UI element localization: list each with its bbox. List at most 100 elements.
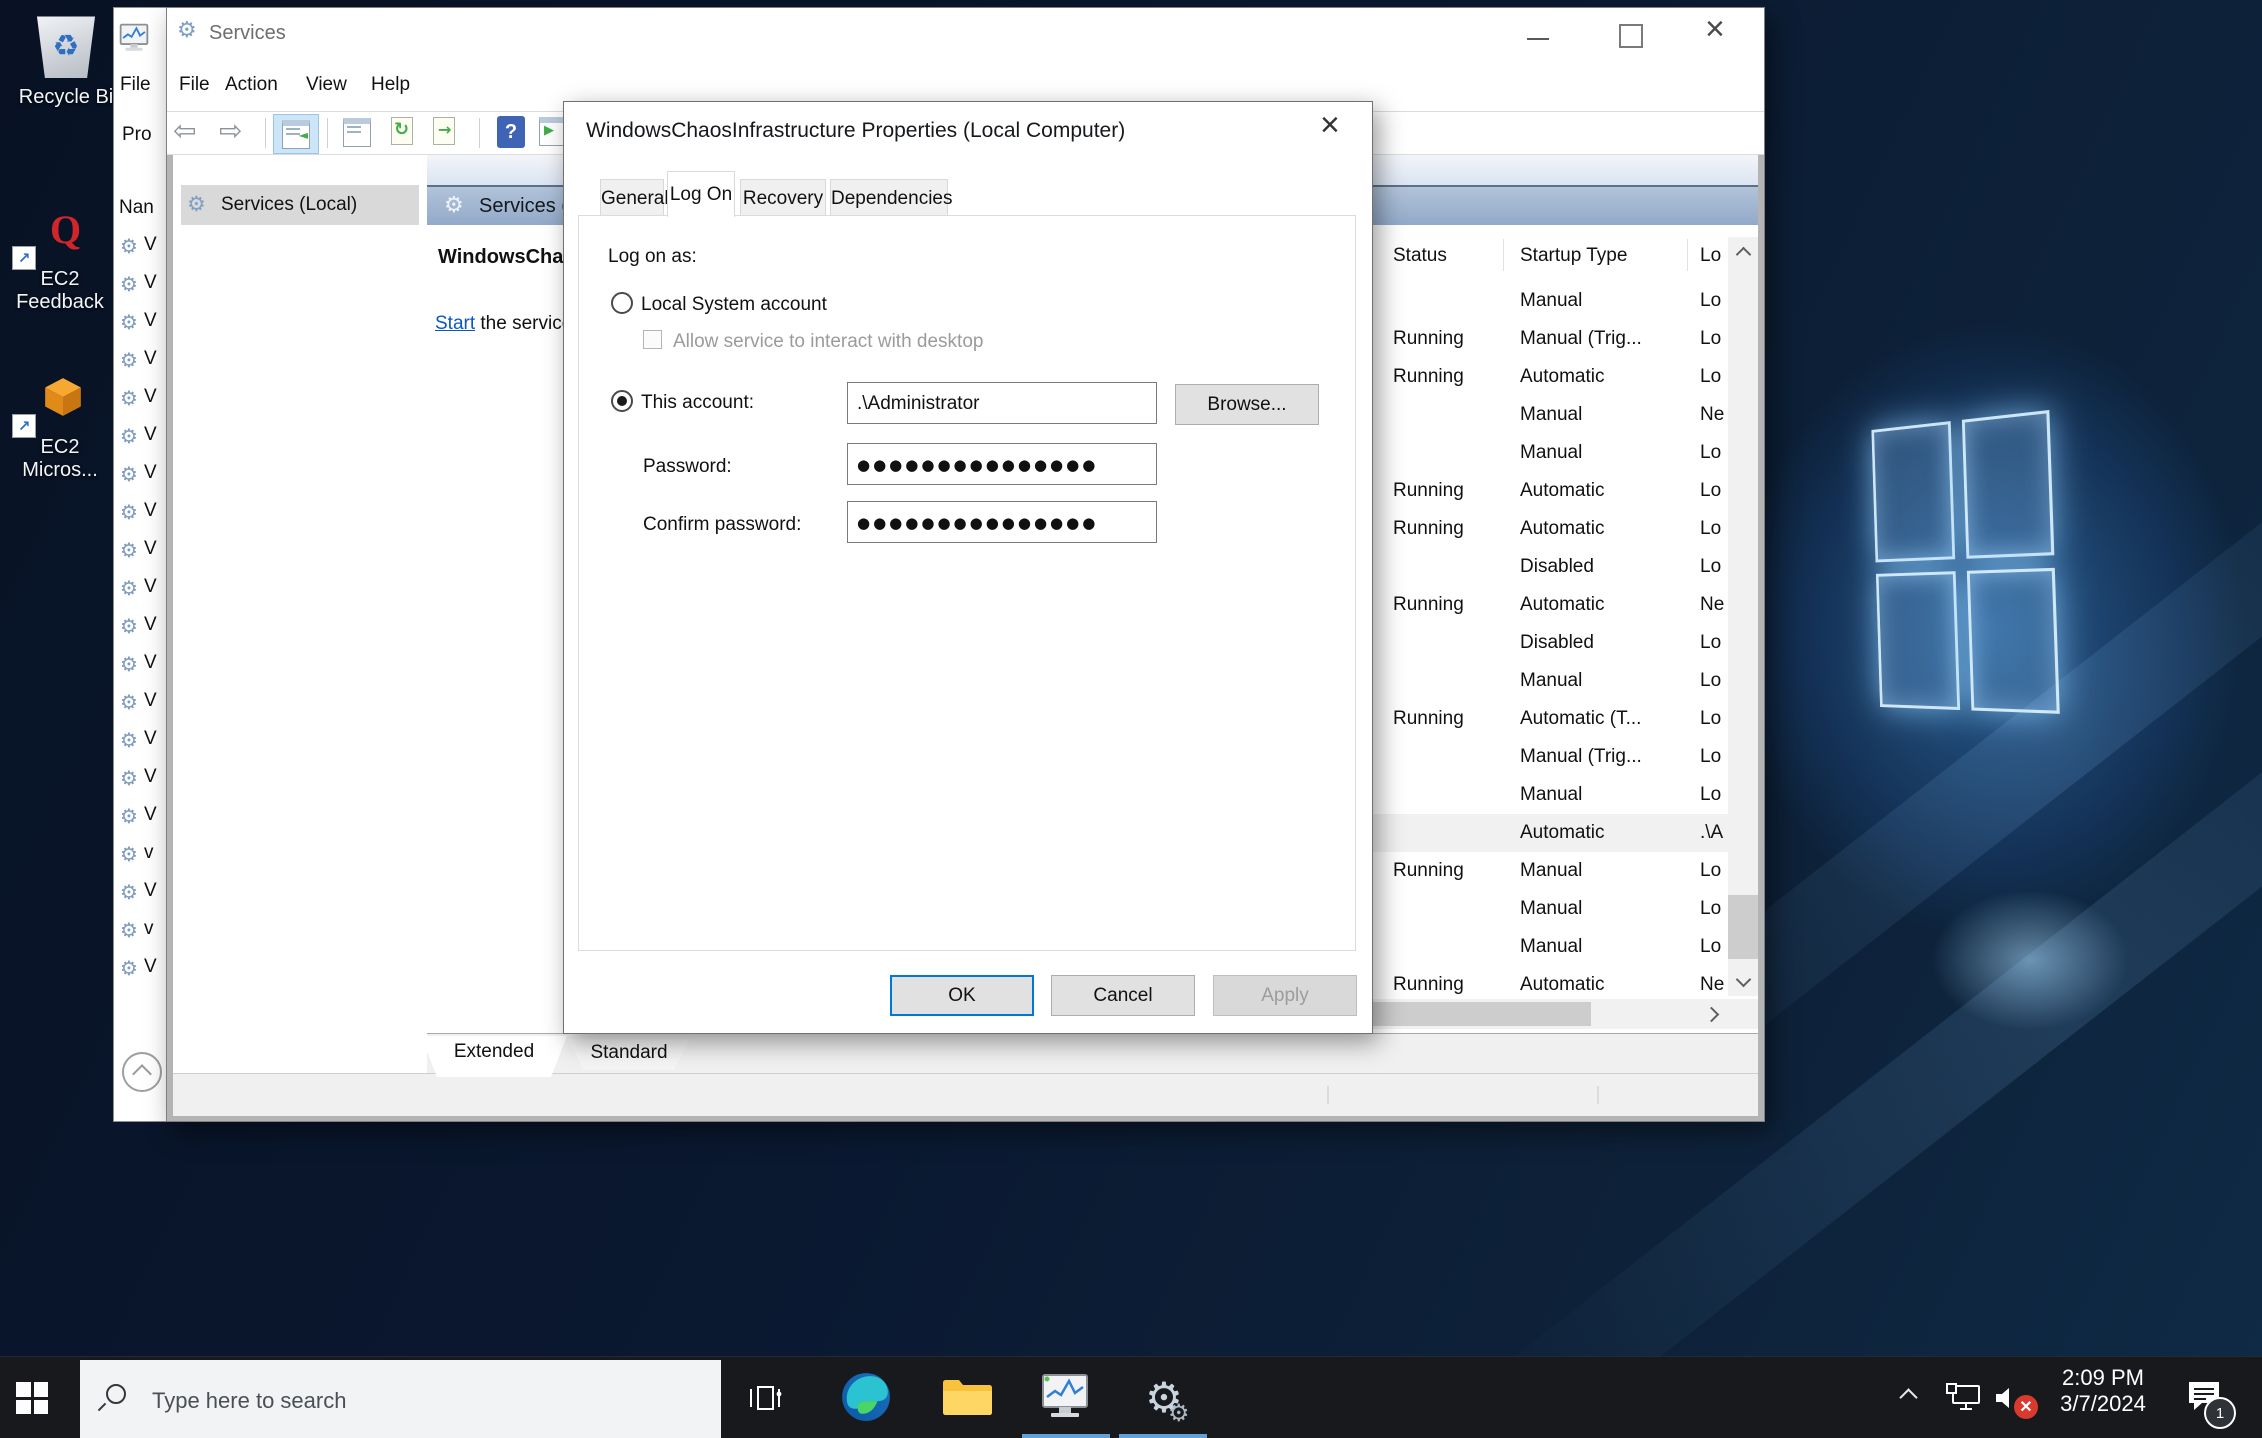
ec2-micro-label-line1: EC2 [6,436,114,459]
browse-button[interactable]: Browse... [1175,384,1319,425]
services-header-gear-icon: ⚙ [444,193,464,218]
task-view-button[interactable] [746,1381,784,1415]
service-gear-icon: ⚙ [120,918,138,942]
list-item[interactable]: ⚙V [114,500,167,538]
search-icon [106,1384,126,1404]
list-item[interactable]: ⚙V [114,234,167,272]
tab-recovery[interactable]: Recovery [740,179,826,217]
scroll-down-button[interactable] [1728,966,1758,996]
list-item[interactable]: ⚙V [114,690,167,728]
ec2-feedback-label-line2: Feedback [6,291,114,314]
list-item[interactable]: ⚙V [114,880,167,918]
desktop-icon-ec2-microsoft[interactable]: ↗ EC2 Micros... [6,376,114,482]
refresh-button[interactable]: ↻ [391,117,413,145]
scroll-up-button[interactable] [1728,237,1758,267]
service-gear-icon: ⚙ [120,462,138,486]
help-button[interactable]: ? [497,116,525,148]
column-header-status[interactable]: Status [1393,245,1447,267]
account-input[interactable]: .\Administrator [847,382,1157,424]
taskbar-search[interactable] [80,1360,721,1438]
perfmon-window-icon [117,22,151,54]
list-item[interactable]: ⚙v [114,842,167,880]
list-item[interactable]: ⚙v [114,918,167,956]
status-bar [173,1073,1758,1116]
back-icon[interactable]: ⇦ [173,114,196,147]
edge-taskbar-button[interactable] [840,1371,892,1423]
network-tray-icon[interactable] [1946,1383,1982,1413]
services-taskbar-button[interactable]: ⚙ ⚙ [1134,1369,1194,1427]
list-item[interactable]: ⚙V [114,272,167,310]
local-system-label: Local System account [641,294,827,316]
desktop-icon-ec2-feedback[interactable]: Q ↗ EC2 Feedback [6,210,114,314]
services-titlebar[interactable]: ⚙ Services × [167,8,1764,59]
tab-log-on[interactable]: Log On [667,171,735,217]
column-header-startup-type[interactable]: Startup Type [1520,245,1627,267]
back-window-file-menu[interactable]: File [120,74,151,96]
vertical-scrollbar[interactable] [1728,237,1758,996]
menu-file[interactable]: File [179,74,210,96]
dialog-close-icon[interactable]: × [1320,106,1340,145]
list-item[interactable]: ⚙V [114,614,167,652]
forward-icon[interactable]: ⇨ [219,114,242,147]
log-on-tab-page: Log on as: Local System account Allow se… [578,215,1356,951]
local-system-radio[interactable] [611,292,633,314]
service-gear-icon: ⚙ [120,576,138,600]
aws-cube-icon [42,376,84,418]
back-window-name-column-header[interactable]: Nan [119,197,154,219]
properties-icon [343,118,371,147]
menu-help[interactable]: Help [371,74,410,96]
tab-extended[interactable]: Extended [421,1036,567,1077]
list-item[interactable]: ⚙V [114,956,167,994]
properties-button[interactable] [343,118,371,147]
list-item[interactable]: ⚙V [114,386,167,424]
password-input[interactable]: ●●●●●●●●●●●●●●● [847,443,1157,485]
apply-button[interactable]: Apply [1213,975,1357,1016]
desktop-icon-recycle-bin[interactable]: ♻ Recycle Bi [14,14,118,109]
close-button[interactable]: × [1705,10,1725,49]
clock[interactable]: 2:09 PM 3/7/2024 [2048,1365,2158,1417]
this-account-radio[interactable] [611,390,633,412]
ec2-feedback-label-line1: EC2 [6,268,114,291]
list-item[interactable]: ⚙V [114,424,167,462]
tab-standard[interactable]: Standard [568,1039,690,1070]
column-header-logon-as[interactable]: Lo [1700,245,1721,267]
scroll-up-rosette-button[interactable] [122,1052,162,1092]
list-item[interactable]: ⚙V [114,652,167,690]
tray-chevron-button[interactable] [1902,1387,1915,1404]
show-hide-console-tree-button[interactable]: ◄ [273,114,319,154]
confirm-password-input[interactable]: ●●●●●●●●●●●●●●● [847,501,1157,543]
list-item[interactable]: ⚙V [114,538,167,576]
list-item[interactable]: ⚙V [114,462,167,500]
allow-desktop-checkbox[interactable] [643,330,662,349]
file-explorer-icon [941,1377,993,1417]
back-window-toolbar-text[interactable]: Pro [122,124,152,146]
background-window[interactable]: File Pro Nan ⚙V ⚙V ⚙V ⚙V ⚙V ⚙V ⚙V [113,7,167,1122]
scrollbar-thumb[interactable] [1728,895,1758,959]
list-item[interactable]: ⚙V [114,804,167,842]
tab-general[interactable]: General [600,179,664,217]
search-input[interactable] [150,1360,704,1438]
recycle-bin-icon: ♻ [33,14,99,78]
perfmon-taskbar-button[interactable] [1037,1371,1093,1423]
scroll-right-button[interactable] [1698,999,1728,1029]
list-item[interactable]: ⚙V [114,348,167,386]
menu-action[interactable]: Action [225,74,278,96]
list-item[interactable]: ⚙V [114,576,167,614]
list-item[interactable]: ⚙V [114,766,167,804]
list-item[interactable]: ⚙V [114,310,167,348]
export-list-button[interactable]: → [433,117,455,145]
tab-dependencies[interactable]: Dependencies [830,179,948,217]
file-explorer-button[interactable] [941,1377,993,1417]
start-service-button[interactable]: ▶ [539,117,564,146]
list-item[interactable]: ⚙V [114,728,167,766]
maximize-button[interactable] [1619,24,1643,48]
menu-view[interactable]: View [306,74,347,96]
service-gear-icon: ⚙ [120,614,138,638]
start-service-link[interactable]: Start [435,313,475,334]
start-button[interactable] [16,1382,48,1414]
minimize-button[interactable] [1527,38,1549,40]
service-gear-icon: ⚙ [120,690,138,714]
cancel-button[interactable]: Cancel [1051,975,1195,1016]
ok-button[interactable]: OK [890,975,1034,1016]
tree-item-services-local[interactable]: ⚙ Services (Local) [181,185,419,225]
